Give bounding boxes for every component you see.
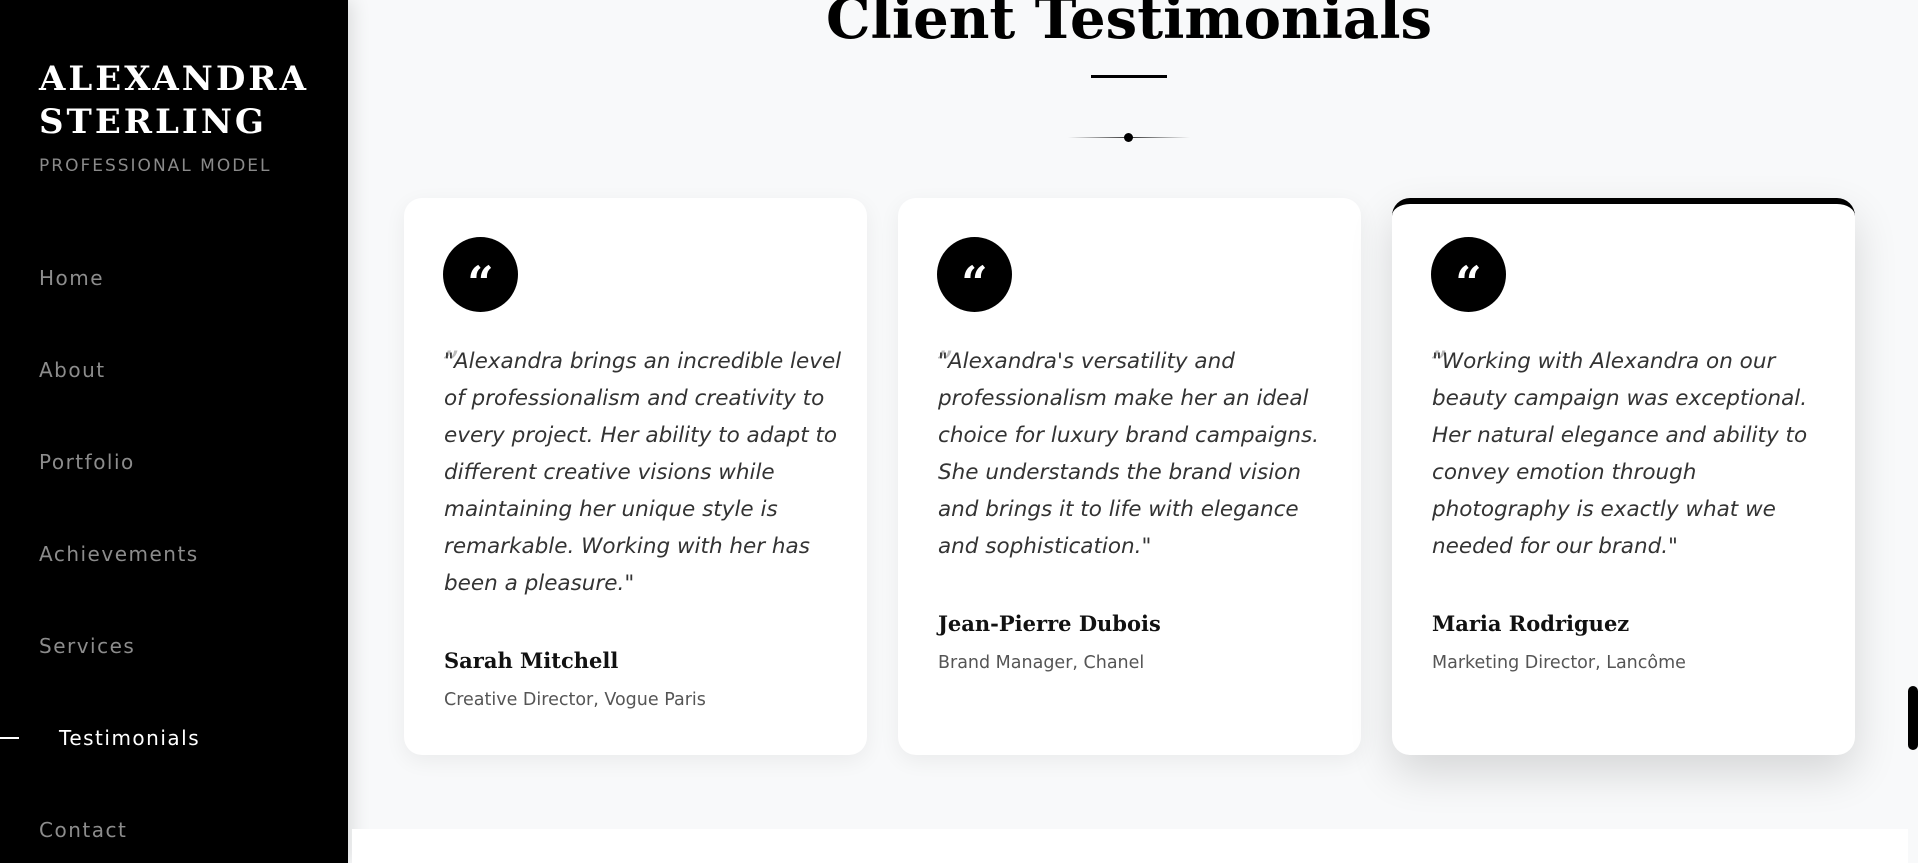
testimonial-role: Brand Manager, Chanel [938, 653, 1145, 673]
title-underline [1091, 75, 1167, 78]
nav-item-services[interactable]: Services [39, 634, 135, 658]
quote-icon: “ [443, 237, 518, 312]
quote-icon: “ [937, 237, 1012, 312]
testimonial-author: Maria Rodriguez [1432, 611, 1630, 636]
nav-item-portfolio[interactable]: Portfolio [39, 450, 135, 474]
active-nav-indicator [0, 737, 19, 739]
next-section-panel [352, 829, 1908, 863]
nav-item-achievements[interactable]: Achievements [39, 542, 199, 566]
quote-icon: “ [1431, 237, 1506, 312]
nav-item-about[interactable]: About [39, 358, 106, 382]
testimonial-card-featured: “ ” "Working with Alexandra on our beaut… [1392, 198, 1855, 755]
section-title: Client Testimonials [825, 0, 1433, 52]
testimonial-quote: "Alexandra brings an incredible level of… [444, 349, 842, 596]
scrollbar-thumb[interactable] [1908, 686, 1918, 750]
nav-item-contact[interactable]: Contact [39, 818, 127, 842]
nav-item-testimonials[interactable]: Testimonials [59, 726, 200, 750]
brand-tagline: PROFESSIONAL MODEL [39, 156, 272, 176]
brand-logo[interactable]: ALEXANDRA STERLING [39, 58, 339, 144]
testimonial-role: Marketing Director, Lancôme [1432, 653, 1686, 673]
testimonial-quote: "Working with Alexandra on our beauty ca… [1432, 349, 1808, 559]
sidebar: ALEXANDRA STERLING PROFESSIONAL MODEL Ho… [0, 0, 348, 863]
brand-first-name: ALEXANDRA [39, 59, 309, 99]
testimonial-card: “ ” "Alexandra's versatility and profess… [898, 198, 1361, 755]
testimonial-card: “ ” "Alexandra brings an incredible leve… [404, 198, 867, 755]
nav-item-home[interactable]: Home [39, 266, 104, 290]
brand-last-name: STERLING [39, 102, 267, 142]
testimonial-author: Sarah Mitchell [444, 648, 619, 673]
testimonial-role: Creative Director, Vogue Paris [444, 690, 706, 710]
testimonial-quote: "Alexandra's versatility and professiona… [938, 349, 1320, 559]
testimonial-author: Jean-Pierre Dubois [938, 611, 1161, 636]
ornament-dot [1124, 133, 1133, 142]
